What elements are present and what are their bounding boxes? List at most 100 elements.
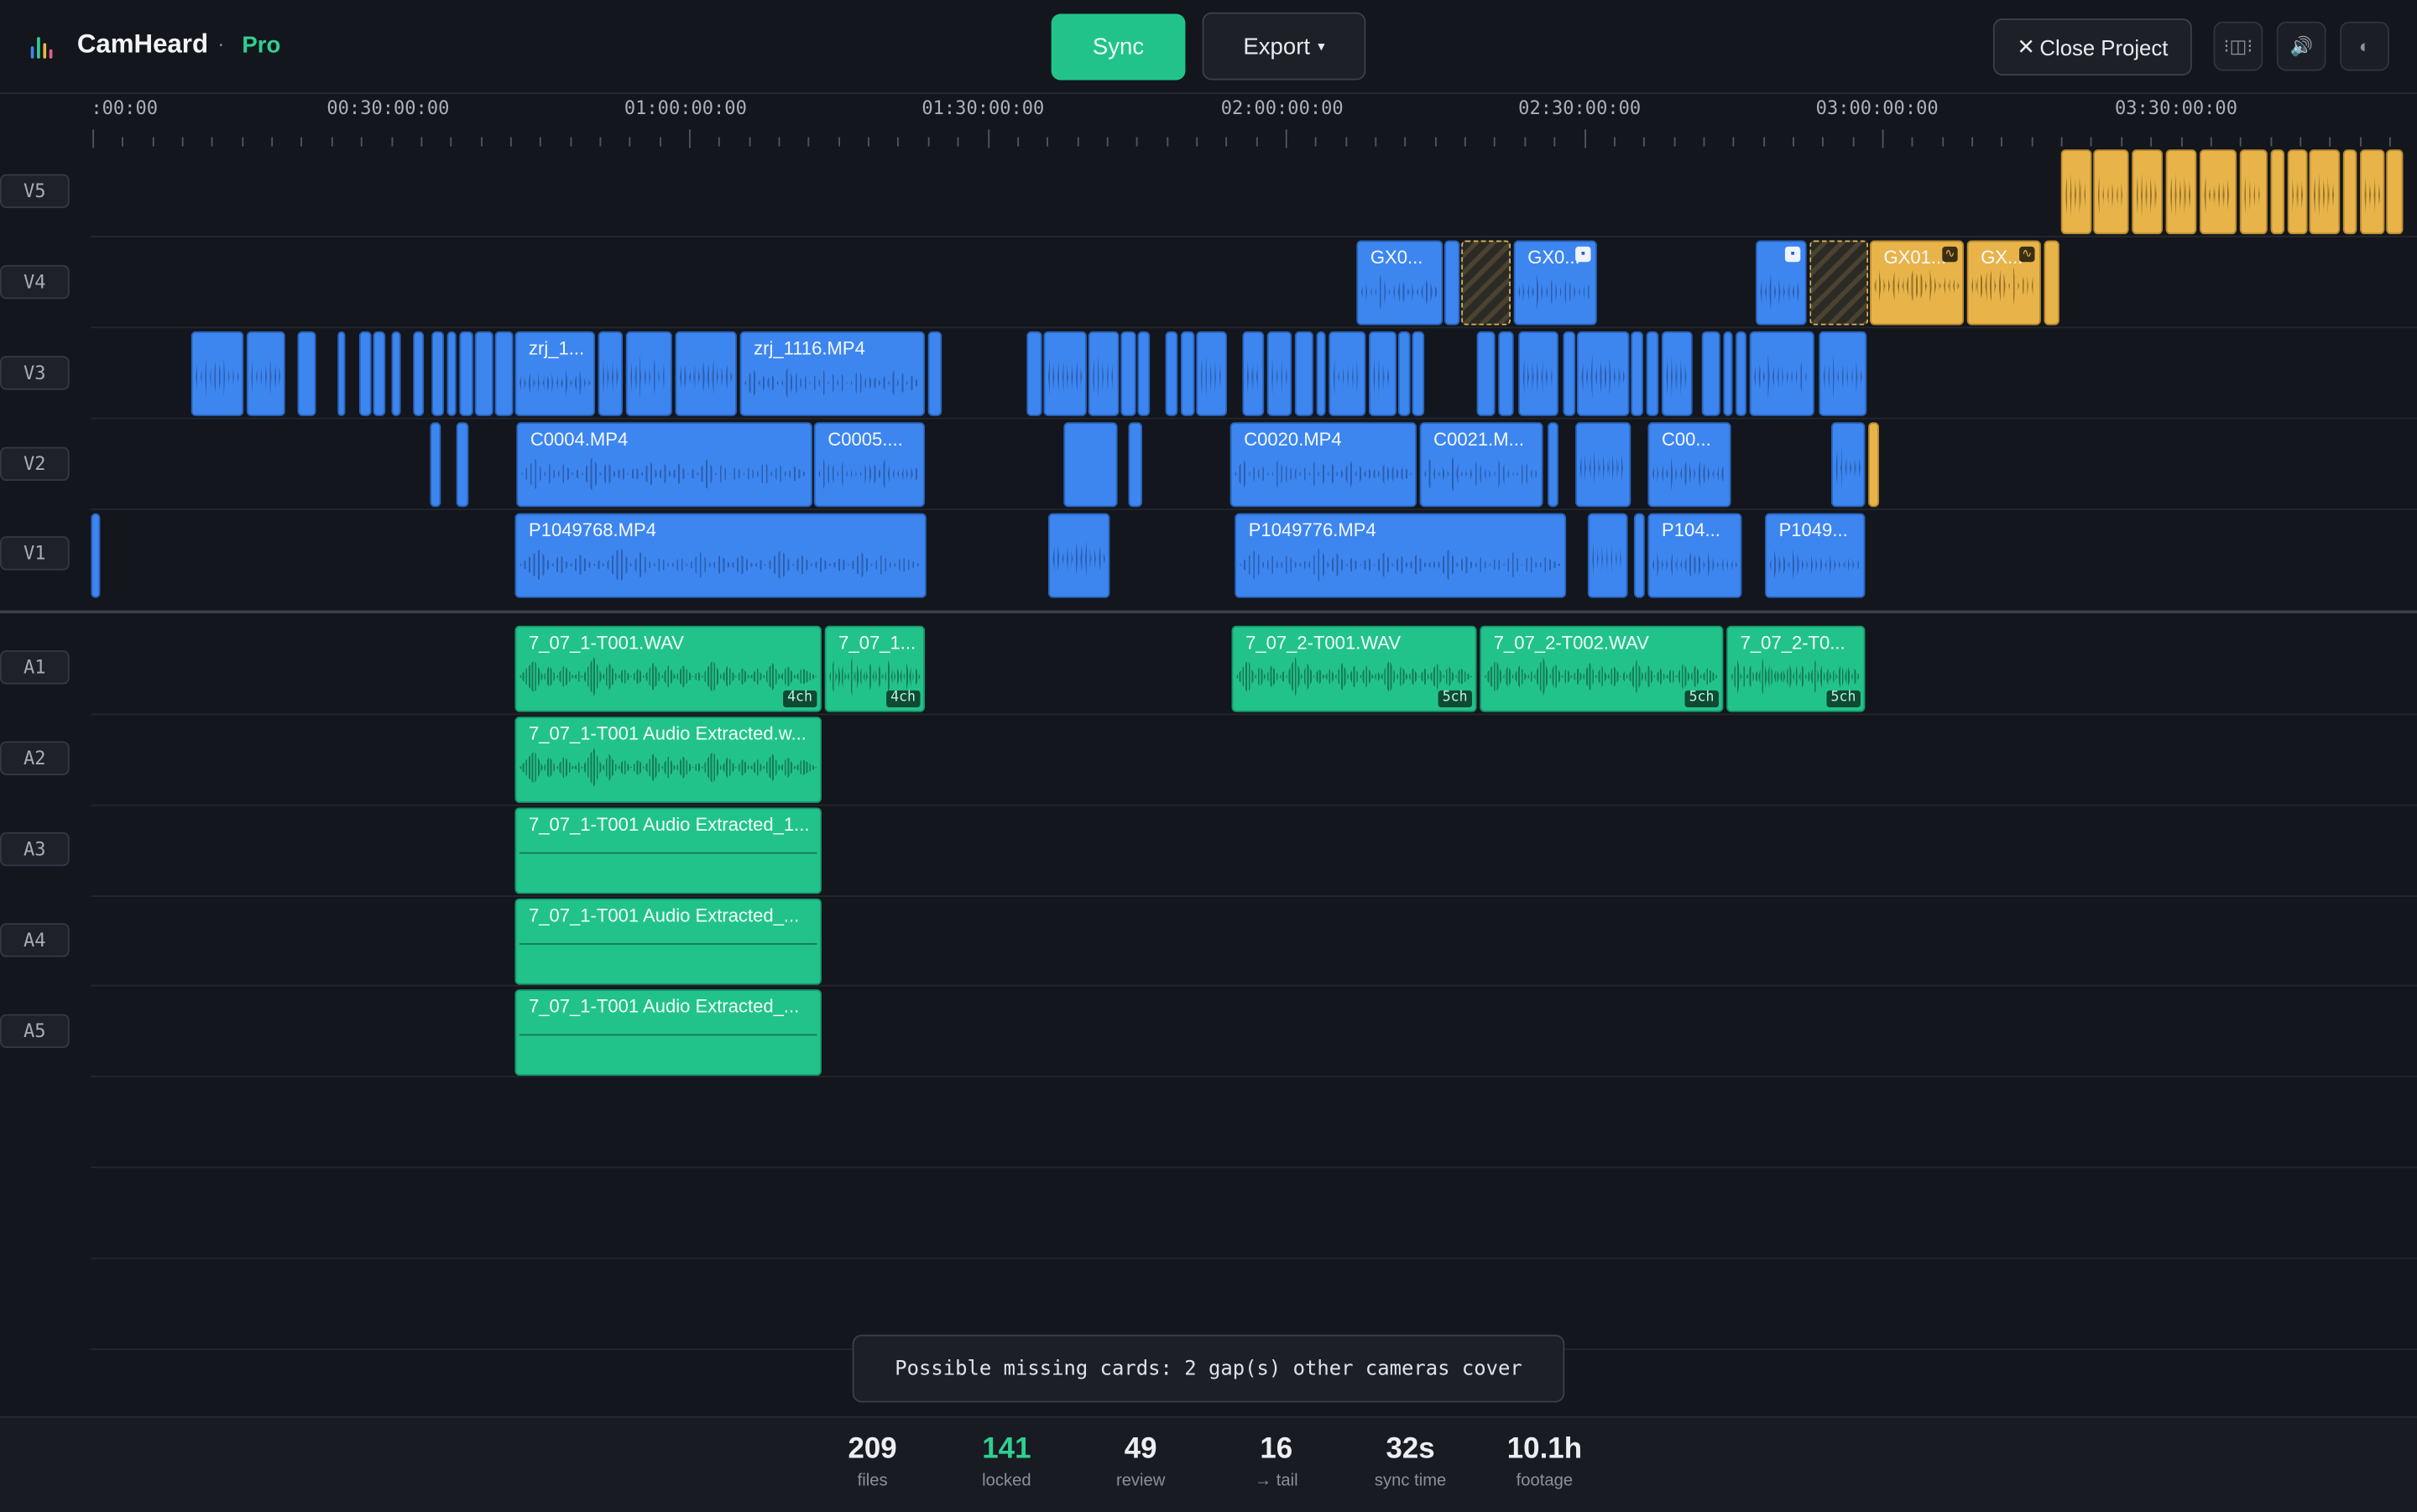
video-clip[interactable] — [297, 331, 316, 416]
track-label-v5[interactable]: V5 — [0, 174, 70, 208]
video-clip[interactable] — [446, 331, 457, 416]
video-clip[interactable] — [1444, 240, 1460, 326]
track-label-v4[interactable]: V4 — [0, 264, 70, 300]
video-clip[interactable] — [1294, 331, 1313, 416]
video-clip[interactable] — [598, 331, 624, 416]
video-clip[interactable] — [1047, 513, 1110, 598]
video-clip[interactable] — [1043, 331, 1087, 416]
video-clip[interactable]: P1049776.MP4 — [1235, 513, 1567, 598]
video-clip[interactable]: C0005.... — [813, 422, 926, 508]
video-clip[interactable] — [1631, 331, 1643, 416]
audio-clip[interactable]: 7_07_2-T001.WAV 5ch — [1231, 625, 1477, 712]
video-clip[interactable]: C0020.MP4 — [1229, 422, 1417, 508]
video-clip[interactable] — [675, 331, 737, 416]
video-clip[interactable] — [1498, 331, 1514, 416]
video-clip[interactable]: GX... ∿ — [1966, 240, 2041, 326]
video-clip[interactable] — [91, 513, 101, 598]
video-clip[interactable] — [1736, 331, 1747, 416]
video-clip[interactable] — [1868, 422, 1879, 508]
video-clip[interactable] — [456, 422, 469, 508]
video-clip[interactable] — [2132, 149, 2163, 235]
video-clip[interactable] — [1026, 331, 1042, 416]
video-clip[interactable] — [1563, 331, 1576, 416]
video-clip[interactable]: ▪ — [1756, 240, 1807, 326]
video-clip[interactable] — [1063, 422, 1118, 508]
video-clip[interactable] — [191, 331, 244, 416]
video-clip[interactable] — [1476, 331, 1496, 416]
video-clip[interactable] — [494, 331, 514, 416]
video-clip[interactable]: C0021.M... — [1419, 422, 1543, 508]
video-clip[interactable] — [1575, 422, 1631, 508]
video-clip[interactable]: GX01... ∿ — [1869, 240, 1964, 326]
video-clip[interactable] — [337, 331, 346, 416]
track-label-a5[interactable]: A5 — [0, 1014, 70, 1048]
video-clip[interactable]: zrj_1116.MP4 — [739, 331, 926, 416]
video-clip[interactable] — [391, 331, 401, 416]
video-clip[interactable] — [1316, 331, 1326, 416]
theme-toggle-button[interactable]: ◐ — [2340, 21, 2389, 71]
video-clip[interactable] — [1518, 331, 1558, 416]
video-clip[interactable] — [2309, 149, 2341, 235]
track-label-a3[interactable]: A3 — [0, 832, 70, 867]
video-clip[interactable] — [1329, 331, 1366, 416]
video-clip[interactable]: C00... — [1647, 422, 1731, 508]
video-clip[interactable] — [2165, 149, 2197, 235]
video-clip[interactable] — [1576, 331, 1630, 416]
video-clip[interactable] — [2200, 149, 2237, 235]
track-label-a4[interactable]: A4 — [0, 923, 70, 957]
video-clip[interactable] — [1646, 331, 1659, 416]
video-clip[interactable] — [927, 331, 942, 416]
audio-clip[interactable]: 7_07_1-T001 Audio Extracted_1... — [514, 807, 822, 894]
missing-card-gap[interactable] — [1809, 240, 1869, 326]
video-clip[interactable] — [474, 331, 493, 416]
audio-clip[interactable]: 7_07_2-T0... 5ch — [1726, 625, 1866, 712]
audio-clip[interactable]: 7_07_1-T001 Audio Extracted_... — [514, 989, 822, 1077]
video-clip[interactable] — [2287, 149, 2308, 235]
video-clip[interactable] — [1369, 331, 1397, 416]
track-label-v3[interactable]: V3 — [0, 356, 70, 390]
video-clip[interactable] — [2044, 240, 2059, 326]
track-label-v2[interactable]: V2 — [0, 446, 70, 482]
video-clip[interactable]: P104... — [1647, 513, 1742, 598]
video-clip[interactable] — [431, 331, 444, 416]
video-clip[interactable] — [246, 331, 285, 416]
missing-card-gap[interactable] — [1461, 240, 1511, 326]
video-clip[interactable]: GX0... — [1356, 240, 1443, 326]
video-clip[interactable] — [413, 331, 425, 416]
video-clip[interactable] — [1831, 422, 1866, 508]
split-view-button[interactable]: ⁝◫⁝ — [2213, 21, 2263, 71]
video-clip[interactable] — [373, 331, 386, 416]
video-clip[interactable] — [1088, 331, 1120, 416]
video-clip[interactable] — [1397, 331, 1411, 416]
export-button[interactable]: Export ▾ — [1202, 12, 1366, 81]
close-project-button[interactable]: ✕ Close Project — [1992, 18, 2192, 76]
video-clip[interactable] — [2360, 149, 2385, 235]
track-label-a2[interactable]: A2 — [0, 741, 70, 775]
video-clip[interactable] — [1723, 331, 1733, 416]
video-clip[interactable] — [1749, 331, 1814, 416]
video-clip[interactable] — [2342, 149, 2357, 235]
video-clip[interactable] — [430, 422, 441, 508]
video-clip[interactable] — [2239, 149, 2268, 235]
track-label-a1[interactable]: A1 — [0, 650, 70, 685]
video-clip[interactable] — [2270, 149, 2285, 235]
video-clip[interactable] — [1242, 331, 1265, 416]
video-clip[interactable]: P1049768.MP4 — [514, 513, 927, 598]
video-clip[interactable]: GX0... ▪ — [1513, 240, 1597, 326]
video-clip[interactable] — [1180, 331, 1195, 416]
track-label-v1[interactable]: V1 — [0, 536, 70, 571]
audio-clip[interactable]: 7_07_1-T001 Audio Extracted_... — [514, 898, 822, 985]
video-clip[interactable] — [358, 331, 372, 416]
audio-toggle-button[interactable]: 🔊 — [2276, 21, 2326, 71]
video-clip[interactable] — [1701, 331, 1720, 416]
video-clip[interactable] — [1633, 513, 1645, 598]
video-clip[interactable] — [1587, 513, 1628, 598]
video-clip[interactable] — [1120, 331, 1136, 416]
video-clip[interactable] — [1128, 422, 1143, 508]
sync-button[interactable]: Sync — [1051, 13, 1186, 81]
video-clip[interactable] — [1165, 331, 1178, 416]
video-clip[interactable] — [2060, 149, 2092, 235]
video-clip[interactable] — [2093, 149, 2129, 235]
audio-clip[interactable]: 7_07_1-T001 Audio Extracted.w... — [514, 717, 822, 803]
audio-clip[interactable]: 7_07_1... 4ch — [824, 625, 926, 712]
